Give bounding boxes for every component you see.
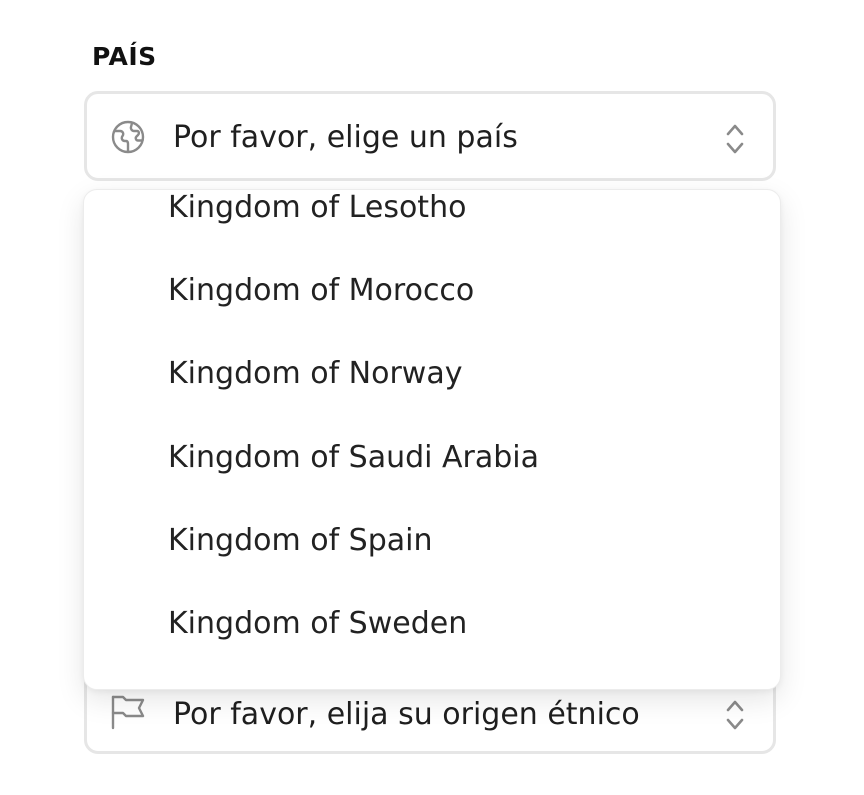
ethnicity-select-placeholder: Por favor, elija su origen étnico — [173, 697, 640, 732]
chevron-updown-icon — [723, 697, 747, 733]
country-option[interactable]: Kingdom of Sweden — [84, 582, 780, 665]
country-select[interactable]: Por favor, elige un país — [84, 91, 776, 181]
country-field-label: PAÍS — [92, 42, 157, 71]
country-select-placeholder: Por favor, elige un país — [173, 120, 518, 155]
flag-icon — [109, 693, 147, 731]
country-option[interactable]: Kingdom of Norway — [84, 332, 780, 415]
form-page: PAÍS Por favor, elige un país Por favor,… — [0, 0, 864, 795]
chevron-updown-icon — [723, 121, 747, 157]
country-dropdown-list[interactable]: Kingdom of Lesotho Kingdom of Morocco Ki… — [83, 189, 781, 690]
country-option[interactable]: Kingdom of Morocco — [84, 249, 780, 332]
country-option[interactable]: Kingdom of Lesotho — [84, 190, 780, 249]
country-option[interactable]: Kingdom of Saudi Arabia — [84, 416, 780, 499]
country-option[interactable]: Kingdom of Spain — [84, 499, 780, 582]
globe-icon — [109, 118, 147, 156]
